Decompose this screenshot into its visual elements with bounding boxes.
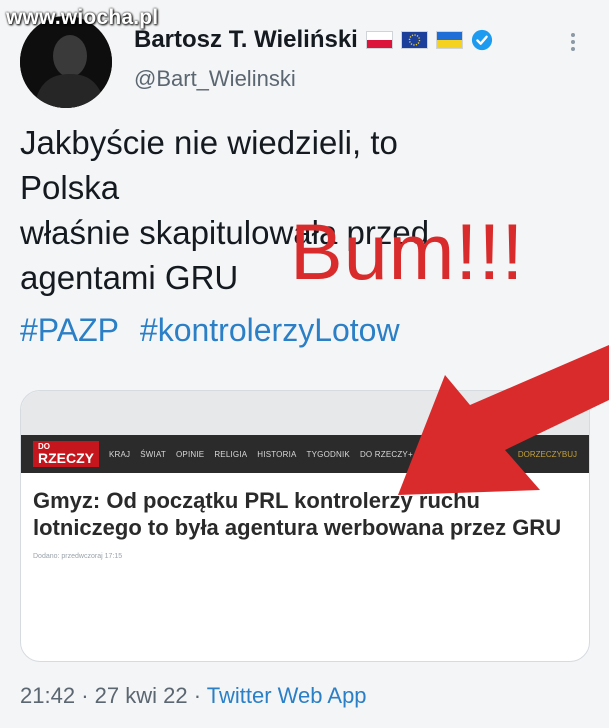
verified-badge-icon [471,29,492,51]
article-published-date: Dodano: przedwczoraj 17:15 [33,553,123,560]
tweet-time[interactable]: 21:42 [20,683,75,708]
nav-item: HISTORIA [257,449,297,459]
author-handle[interactable]: @Bart_Wielinski [134,66,296,92]
nav-item: OPINIE [176,449,205,459]
nav-item: KRAJ [109,449,131,459]
flag-eu-icon [400,31,428,49]
article-headline: Gmyz: Od początku PRL kontrolerzy ruchu … [33,488,562,540]
flag-poland-icon [365,31,393,49]
site-logo: DO RZECZY [33,441,99,467]
tweet-footer: 21:42 · 27 kwi 22 · Twitter Web App [20,683,367,708]
nav-item: ŚWIAT [140,449,166,459]
overlay-bum-text: Bum!!! [290,207,525,296]
tweet-line: Jakbyście nie wiedzieli, to Polska [20,124,398,206]
hashtag-link[interactable]: #kontrolerzyLotow [140,312,400,348]
tweet-date[interactable]: 27 kwi 22 [95,683,188,708]
flag-ukraine-icon [435,31,463,49]
site-watermark: www.wiocha.pl [6,6,159,29]
nav-right-link: DORZECZYBUJ [517,449,577,459]
more-options-icon[interactable] [568,30,578,54]
nav-item: DO RZECZY+ [359,449,413,459]
author-name-row: Bartosz T. Wieliński [134,26,493,54]
hashtags: #PAZP #kontrolerzyLotow [20,312,412,349]
nav-item: TYGODNIK [306,449,350,459]
site-navbar: DO RZECZY KRAJ ŚWIAT OPINIE RELIGIA HIST… [21,435,589,473]
author-name[interactable]: Bartosz T. Wieliński [134,26,358,54]
hashtag-link[interactable]: #PAZP [20,312,119,348]
nav-item: RELIGIA [214,449,248,459]
tweet-source-app[interactable]: Twitter Web App [207,683,367,708]
link-preview-card[interactable]: DO RZECZY KRAJ ŚWIAT OPINIE RELIGIA HIST… [20,390,590,662]
card-image-top [21,391,589,435]
